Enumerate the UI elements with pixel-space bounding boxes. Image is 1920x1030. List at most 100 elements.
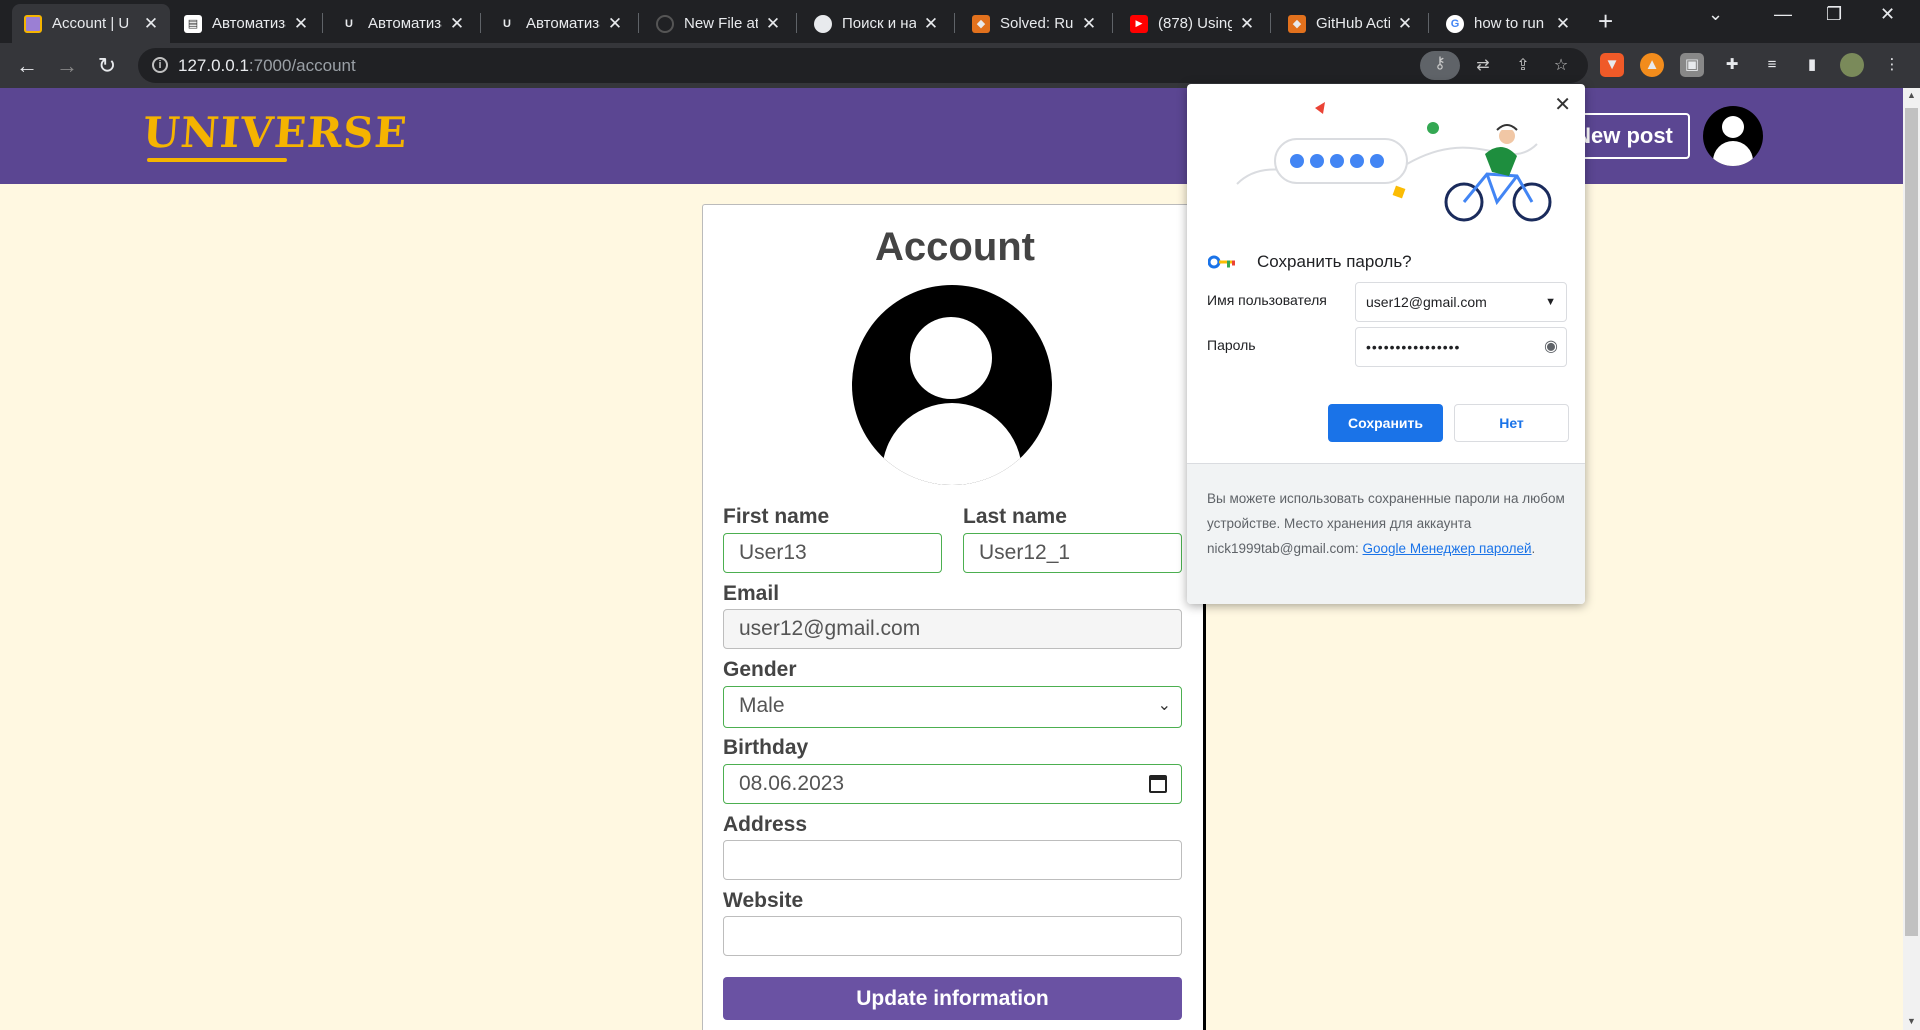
key-icon[interactable]: ⚷ xyxy=(1420,51,1460,80)
tab-title: Автоматиза xyxy=(526,15,600,32)
tab-item[interactable]: U Автоматиза ✕ xyxy=(486,4,634,43)
bookmark-star-icon[interactable]: ☆ xyxy=(1548,53,1574,79)
translate-icon[interactable]: ⇄ xyxy=(1470,53,1496,79)
reading-list-icon[interactable]: ≡ xyxy=(1760,53,1784,77)
tab-title: Поиск и на xyxy=(842,15,916,32)
close-tab-icon[interactable]: ✕ xyxy=(448,14,466,34)
doc-favicon-icon: ▤ xyxy=(184,14,202,33)
tab-separator xyxy=(1428,13,1429,33)
universe-favicon-icon xyxy=(24,14,42,33)
close-tab-icon[interactable]: ✕ xyxy=(922,14,940,34)
user-avatar[interactable] xyxy=(1703,106,1763,166)
google-favicon-icon: G xyxy=(1446,14,1464,33)
password-manager-link[interactable]: Google Менеджер паролей xyxy=(1363,541,1532,556)
address-bar[interactable]: i 127.0.0.1:7000/account ⚷ ⇄ ⇪ ☆ xyxy=(138,48,1588,83)
reload-icon[interactable]: ↻ xyxy=(92,51,122,81)
close-tab-icon[interactable]: ✕ xyxy=(142,14,160,34)
forward-icon[interactable]: → xyxy=(52,51,82,81)
tab-title: (878) Using xyxy=(1158,15,1232,32)
brave-extension-icon[interactable]: ▼ xyxy=(1600,53,1624,77)
profile-avatar[interactable] xyxy=(852,285,1052,485)
first-name-label: First name xyxy=(723,505,830,528)
page-scrollbar[interactable]: ▲ ▼ xyxy=(1903,88,1920,1030)
address-input[interactable] xyxy=(723,840,1182,880)
avatar-body xyxy=(1713,141,1753,166)
close-tab-icon[interactable]: ✕ xyxy=(292,14,310,34)
close-window-icon[interactable]: ✕ xyxy=(1880,4,1895,25)
tab-item[interactable]: ◆ GitHub Acti ✕ xyxy=(1276,4,1424,43)
share-icon[interactable]: ⇪ xyxy=(1510,53,1536,79)
extension-icon[interactable]: ▲ xyxy=(1640,53,1664,77)
side-panel-icon[interactable]: ▮ xyxy=(1800,53,1824,77)
github-favicon-icon xyxy=(814,14,832,33)
tab-item[interactable]: New File at ✕ xyxy=(644,4,792,43)
username-select[interactable]: user12@gmail.com ▼ xyxy=(1355,282,1567,322)
tab-separator xyxy=(954,13,955,33)
menu-kebab-icon[interactable]: ⋮ xyxy=(1880,53,1904,77)
chevron-down-icon: ⌄ xyxy=(1157,697,1171,714)
tab-search-icon[interactable]: ⌄ xyxy=(1708,4,1723,25)
puzzle-extensions-icon[interactable]: ✚ xyxy=(1720,53,1744,77)
new-tab-icon[interactable]: + xyxy=(1598,7,1613,35)
scroll-down-icon[interactable]: ▼ xyxy=(1907,1016,1916,1026)
close-tab-icon[interactable]: ✕ xyxy=(764,14,782,34)
close-tab-icon[interactable]: ✕ xyxy=(606,14,624,34)
scroll-thumb[interactable] xyxy=(1905,108,1918,936)
close-tab-icon[interactable]: ✕ xyxy=(1554,14,1572,34)
logo-underline xyxy=(147,158,287,162)
tab-item[interactable]: U Автоматиза ✕ xyxy=(328,4,476,43)
password-field[interactable]: •••••••••••••••• ◉ xyxy=(1355,327,1567,367)
avatar-body xyxy=(882,403,1022,485)
umk-favicon-icon: U xyxy=(503,17,511,30)
birthday-value: 08.06.2023 xyxy=(739,772,845,795)
back-icon[interactable]: ← xyxy=(12,51,42,81)
no-button[interactable]: Нет xyxy=(1454,404,1569,442)
close-icon[interactable]: ✕ xyxy=(1554,92,1571,117)
profile-avatar-icon[interactable] xyxy=(1840,53,1864,77)
calendar-icon[interactable] xyxy=(1149,775,1167,793)
last-name-input[interactable]: User12_1 xyxy=(963,533,1182,573)
page-title: Account xyxy=(875,225,1035,269)
footer-end: . xyxy=(1531,541,1536,556)
gender-select[interactable]: Male ⌄ xyxy=(723,686,1182,728)
email-input[interactable]: user12@gmail.com xyxy=(723,609,1182,649)
save-password-button[interactable]: Сохранить xyxy=(1328,404,1443,442)
close-tab-icon[interactable]: ✕ xyxy=(1396,14,1414,34)
dropdown-arrow-icon: ▼ xyxy=(1545,296,1556,308)
tab-separator xyxy=(796,13,797,33)
email-label: Email xyxy=(723,582,780,605)
umk-favicon-icon: U xyxy=(345,17,353,30)
first-name-input[interactable]: User13 xyxy=(723,533,942,573)
avatar-head xyxy=(1722,116,1744,138)
tab-item[interactable]: ▶ (878) Using ✕ xyxy=(1118,4,1266,43)
site-header: UNIVERSE New post xyxy=(0,88,1920,184)
website-label: Website xyxy=(723,889,804,912)
close-tab-icon[interactable]: ✕ xyxy=(1080,14,1098,34)
eye-icon[interactable]: ◉ xyxy=(1544,328,1558,366)
tab-separator xyxy=(638,13,639,33)
password-value: •••••••••••••••• xyxy=(1366,339,1461,355)
tab-item[interactable]: ◆ Solved: Run ✕ xyxy=(960,4,1108,43)
site-logo[interactable]: UNIVERSE xyxy=(141,108,409,157)
scroll-up-icon[interactable]: ▲ xyxy=(1907,90,1916,100)
extension-icon[interactable]: ▣ xyxy=(1680,53,1704,77)
close-tab-icon[interactable]: ✕ xyxy=(1238,14,1256,34)
tab-separator xyxy=(480,13,481,33)
info-icon[interactable]: i xyxy=(152,57,168,73)
update-information-button[interactable]: Update information xyxy=(723,977,1182,1020)
gitlab-favicon-icon: ◆ xyxy=(972,14,990,33)
restore-icon[interactable]: ❐ xyxy=(1826,4,1842,25)
dialog-title: Сохранить пароль? xyxy=(1257,252,1412,271)
tab-item[interactable]: ▤ Автоматиза ✕ xyxy=(172,4,320,43)
tab-item[interactable]: Поиск и на ✕ xyxy=(802,4,950,43)
tab-separator xyxy=(1112,13,1113,33)
tab-account[interactable]: Account | U ✕ xyxy=(12,4,170,43)
minimize-icon[interactable]: — xyxy=(1774,4,1792,25)
url-host: 127.0.0.1 xyxy=(178,56,249,75)
url-text[interactable]: 127.0.0.1:7000/account xyxy=(178,56,356,76)
tab-item[interactable]: G how to run ✕ xyxy=(1434,4,1582,43)
website-input[interactable] xyxy=(723,916,1182,956)
dialog-footer: Вы можете использовать сохраненные парол… xyxy=(1187,463,1585,604)
birthday-label: Birthday xyxy=(723,736,809,759)
birthday-input[interactable]: 08.06.2023 xyxy=(723,764,1182,804)
